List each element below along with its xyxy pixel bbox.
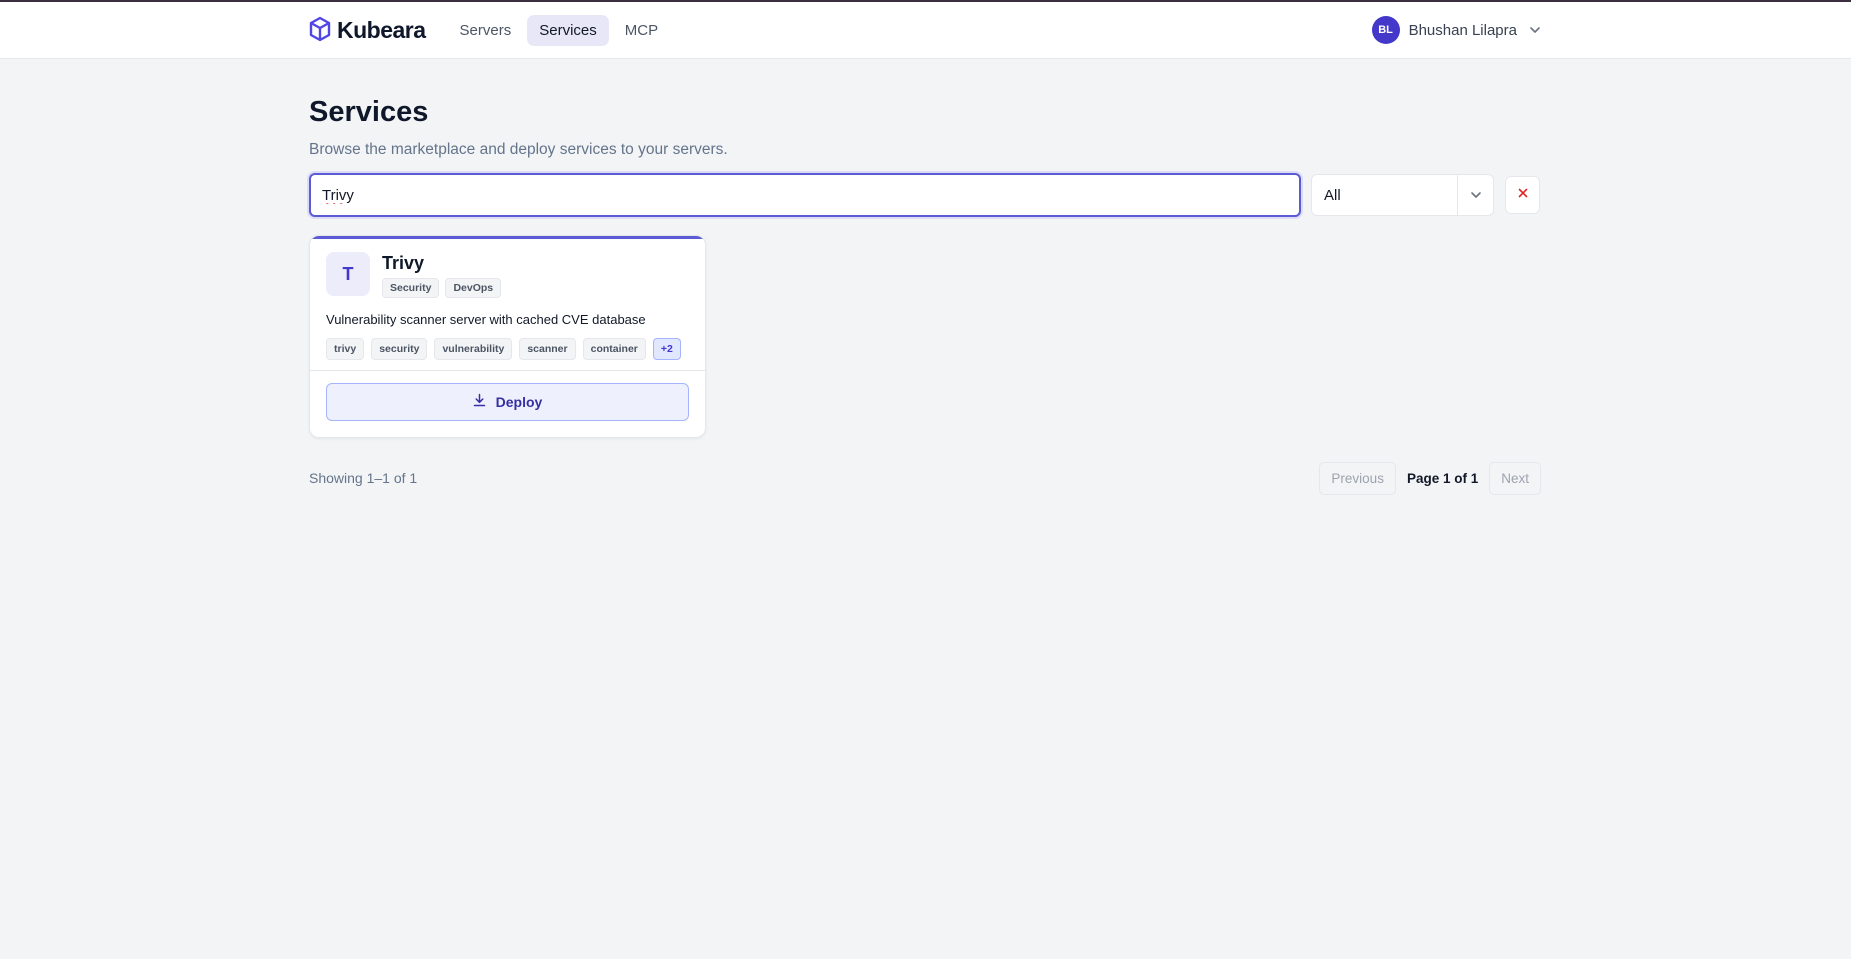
page-title: Services — [309, 96, 429, 128]
download-icon — [473, 393, 486, 412]
avatar: BL — [1371, 16, 1400, 44]
service-card: T Trivy Security DevOps Vulnerability sc… — [309, 235, 706, 438]
cube-logo-icon — [309, 16, 331, 44]
chevron-down-icon — [1457, 175, 1493, 215]
nav-link-mcp[interactable]: MCP — [613, 15, 670, 46]
tag-badge: trivy — [326, 338, 365, 360]
pagination-bar: Showing 1–1 of 1 Previous Page 1 of 1 Ne… — [309, 461, 1541, 495]
nav-link-services[interactable]: Services — [527, 14, 609, 46]
user-name: Bhushan Lilapra — [1408, 21, 1517, 39]
tag-badge: scanner — [519, 338, 576, 360]
tag-badge: security — [371, 338, 428, 360]
search-input[interactable] — [309, 173, 1301, 217]
card-divider — [310, 370, 705, 371]
deploy-label: Deploy — [495, 394, 543, 410]
page-indicator: Page 1 of 1 — [1406, 470, 1479, 486]
service-tags: trivy security vulnerability scanner con… — [326, 338, 689, 360]
main-content: Services Browse the marketplace and depl… — [309, 59, 1541, 495]
clear-filters-button[interactable] — [1505, 176, 1540, 214]
deploy-button[interactable]: Deploy — [326, 383, 689, 421]
service-categories: Security DevOps — [382, 278, 502, 298]
category-select[interactable]: All — [1311, 174, 1494, 216]
category-badge: DevOps — [445, 278, 502, 298]
top-navbar: Kubeara Servers Services MCP BL Bhushan … — [0, 2, 1851, 59]
pagination-controls: Previous Page 1 of 1 Next — [1319, 461, 1541, 495]
nav-link-servers[interactable]: Servers — [448, 15, 524, 46]
more-tags-badge[interactable]: +2 — [652, 338, 681, 360]
page-subtitle: Browse the marketplace and deploy servic… — [309, 141, 728, 158]
tag-badge: container — [582, 338, 646, 360]
service-title: Trivy — [382, 253, 425, 273]
category-select-value: All — [1324, 186, 1341, 204]
filter-bar: All — [309, 173, 1541, 217]
close-icon — [1517, 186, 1529, 204]
user-menu[interactable]: BL Bhushan Lilapra — [1371, 16, 1542, 44]
brand-name: Kubeara — [337, 16, 426, 43]
main-nav: Servers Services MCP — [448, 14, 671, 46]
results-count: Showing 1–1 of 1 — [309, 470, 418, 486]
brand-logo[interactable]: Kubeara — [309, 16, 426, 44]
service-description: Vulnerability scanner server with cached… — [326, 312, 646, 327]
service-logo: T — [326, 252, 370, 296]
tag-badge: vulnerability — [434, 338, 513, 360]
chevron-down-icon — [1526, 23, 1542, 37]
previous-page-button[interactable]: Previous — [1319, 461, 1396, 495]
category-badge: Security — [382, 278, 440, 298]
next-page-button[interactable]: Next — [1489, 461, 1541, 495]
